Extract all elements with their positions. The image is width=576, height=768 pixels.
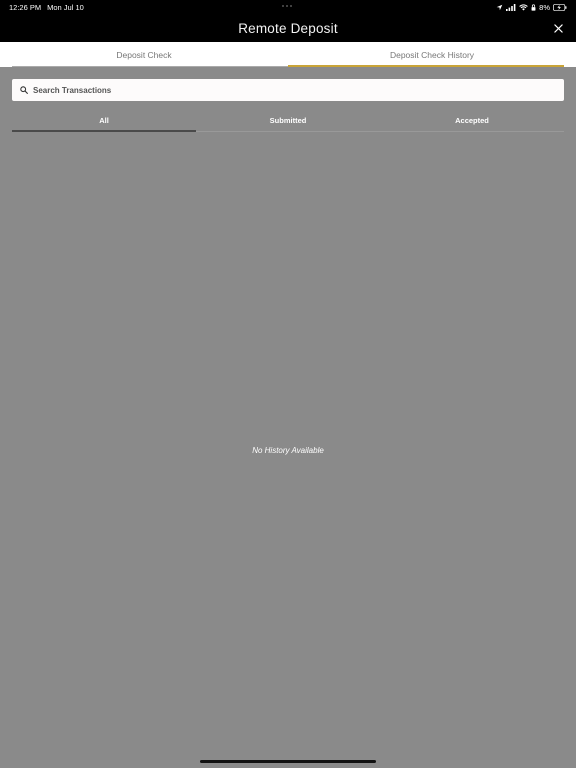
- search-input[interactable]: [33, 85, 533, 95]
- close-button[interactable]: [550, 20, 566, 36]
- lock-icon: [531, 3, 536, 11]
- search-icon: [20, 86, 28, 94]
- segment-tabs: Deposit Check Deposit Check History: [0, 42, 576, 67]
- status-date: Mon Jul 10: [47, 2, 84, 12]
- search-bar[interactable]: [12, 79, 564, 101]
- close-icon: [553, 23, 563, 33]
- status-left: 12:26 PM Mon Jul 10: [9, 3, 84, 12]
- filter-tab-all[interactable]: All: [12, 110, 196, 132]
- multitask-grabber[interactable]: [282, 5, 292, 7]
- wifi-icon: [519, 3, 528, 11]
- status-time: 12:26 PM: [9, 2, 42, 12]
- battery-percent: 8%: [539, 2, 550, 12]
- status-right: 8%: [496, 3, 567, 12]
- page-title: Remote Deposit: [238, 20, 338, 36]
- tab-deposit-check-history[interactable]: Deposit Check History: [288, 42, 576, 67]
- filter-tabs: All Submitted Accepted: [12, 110, 564, 132]
- location-icon: [496, 4, 503, 11]
- empty-state-message: No History Available: [252, 446, 324, 455]
- status-bar: 12:26 PM Mon Jul 10 8%: [0, 0, 576, 14]
- filter-tab-submitted[interactable]: Submitted: [196, 110, 380, 131]
- home-indicator[interactable]: [200, 760, 376, 763]
- filter-tab-accepted[interactable]: Accepted: [380, 110, 564, 131]
- header-bar: Remote Deposit: [0, 14, 576, 42]
- battery-icon: [553, 3, 567, 11]
- signal-icon: [506, 3, 516, 11]
- tab-deposit-check[interactable]: Deposit Check: [0, 42, 288, 67]
